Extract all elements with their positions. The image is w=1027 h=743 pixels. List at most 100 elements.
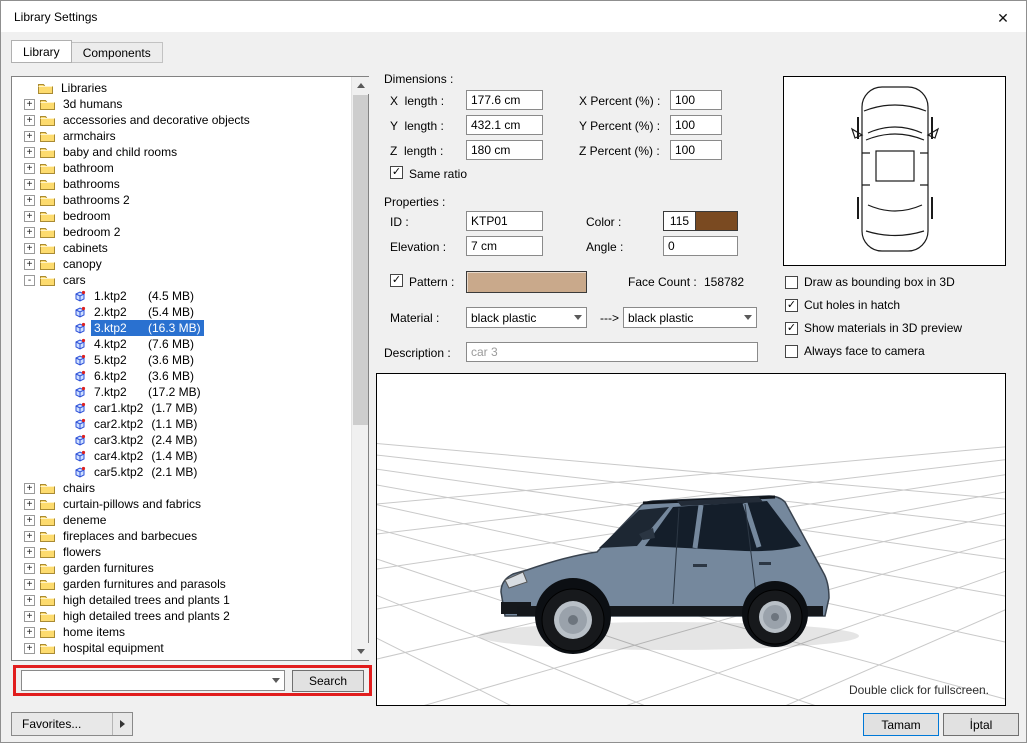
material-source-arrow[interactable] <box>570 315 586 320</box>
expander-icon[interactable]: + <box>24 226 35 238</box>
color-swatch[interactable] <box>695 212 737 230</box>
tree-item[interactable]: + deneme <box>12 512 350 528</box>
favorites-arrow-button[interactable] <box>112 713 132 735</box>
expander-icon[interactable]: + <box>24 242 35 254</box>
tree-item[interactable]: 4.ktp2 (7.6 MB) <box>12 336 350 352</box>
y-percent-input[interactable] <box>670 115 722 135</box>
material-target-dropdown[interactable]: black plastic <box>623 307 757 328</box>
tree-item[interactable]: + high detailed trees and plants 1 <box>12 592 350 608</box>
tree-item[interactable]: - cars <box>12 272 350 288</box>
expander-icon[interactable]: + <box>24 258 35 270</box>
z-percent-input[interactable] <box>670 140 722 160</box>
scroll-thumb[interactable] <box>353 95 368 425</box>
y-length-input[interactable] <box>466 115 543 135</box>
tree-item[interactable]: + curtain-pillows and fabrics <box>12 496 350 512</box>
tree-item[interactable]: + bedroom <box>12 208 350 224</box>
tree-item[interactable]: + garden furnitures <box>12 560 350 576</box>
z-length-input[interactable] <box>466 140 543 160</box>
tree-item[interactable]: 7.ktp2 (17.2 MB) <box>12 384 350 400</box>
checkbox-icon[interactable]: ✓ <box>785 321 798 335</box>
tree-item[interactable]: car4.ktp2 (1.4 MB) <box>12 448 350 464</box>
tree-item[interactable]: + chairs <box>12 480 350 496</box>
tree-item[interactable]: car3.ktp2 (2.4 MB) <box>12 432 350 448</box>
material-target-arrow[interactable] <box>740 315 756 320</box>
tree-item[interactable]: + home items <box>12 624 350 640</box>
tree-item[interactable]: car2.ktp2 (1.1 MB) <box>12 416 350 432</box>
ok-button[interactable]: Tamam <box>863 713 939 736</box>
option-row[interactable]: Always face to camera <box>785 343 962 359</box>
tree-item[interactable]: + flowers <box>12 544 350 560</box>
expander-icon[interactable]: + <box>24 594 35 606</box>
expander-icon[interactable]: + <box>24 194 35 206</box>
tree-item[interactable]: + cabinets <box>12 240 350 256</box>
tree-item[interactable]: 2.ktp2 (5.4 MB) <box>12 304 350 320</box>
tree-item[interactable]: Libraries <box>12 80 350 96</box>
tree-item[interactable]: + bathrooms 2 <box>12 192 350 208</box>
checkbox-icon[interactable]: ✓ <box>785 298 798 312</box>
tree-item[interactable]: + garden furnitures and parasols <box>12 576 350 592</box>
tree-item[interactable]: + armchairs <box>12 128 350 144</box>
expander-icon[interactable]: + <box>24 578 35 590</box>
cancel-button[interactable]: İptal <box>943 713 1019 736</box>
x-percent-input[interactable] <box>670 90 722 110</box>
id-input[interactable] <box>466 211 543 231</box>
expander-icon[interactable]: + <box>24 482 35 494</box>
expander-icon[interactable]: + <box>24 178 35 190</box>
tree-item[interactable]: + canopy <box>12 256 350 272</box>
checkbox-icon[interactable] <box>785 344 798 358</box>
tree-item[interactable]: + 3d humans <box>12 96 350 112</box>
expander-icon[interactable]: + <box>24 498 35 510</box>
tree-item[interactable]: 5.ktp2 (3.6 MB) <box>12 352 350 368</box>
tree-item[interactable]: + high detailed trees and plants 2 <box>12 608 350 624</box>
tree-item[interactable]: + baby and child rooms <box>12 144 350 160</box>
scroll-up-button[interactable] <box>352 77 369 94</box>
preview-3d-viewport[interactable]: Double click for fullscreen. <box>376 373 1006 706</box>
scroll-down-button[interactable] <box>352 643 369 660</box>
expander-icon[interactable]: + <box>24 546 35 558</box>
expander-icon[interactable]: - <box>24 274 35 286</box>
expander-icon[interactable]: + <box>24 162 35 174</box>
expander-icon[interactable]: + <box>24 514 35 526</box>
expander-icon[interactable]: + <box>24 130 35 142</box>
expander-icon[interactable]: + <box>24 610 35 622</box>
search-input[interactable] <box>22 671 284 690</box>
expander-icon[interactable]: + <box>24 562 35 574</box>
option-row[interactable]: ✓ Cut holes in hatch <box>785 297 962 313</box>
search-combobox[interactable] <box>21 670 285 691</box>
expander-icon[interactable]: + <box>24 642 35 654</box>
tree-item[interactable]: 3.ktp2 (16.3 MB) <box>12 320 350 336</box>
material-source-dropdown[interactable]: black plastic <box>466 307 587 328</box>
pattern-swatch[interactable] <box>466 271 587 293</box>
tab-components[interactable]: Components <box>70 42 163 63</box>
x-length-input[interactable] <box>466 90 543 110</box>
search-dropdown-button[interactable] <box>267 671 284 690</box>
tree-item[interactable]: 6.ktp2 (3.6 MB) <box>12 368 350 384</box>
expander-icon[interactable]: + <box>24 530 35 542</box>
color-picker[interactable]: 115 <box>663 211 738 231</box>
checkbox-icon[interactable] <box>785 275 798 289</box>
expander-icon[interactable]: + <box>24 114 35 126</box>
tree-item[interactable]: + accessories and decorative objects <box>12 112 350 128</box>
tree-item[interactable]: car5.ktp2 (2.1 MB) <box>12 464 350 480</box>
tree-item[interactable]: 1.ktp2 (4.5 MB) <box>12 288 350 304</box>
close-button[interactable]: ✕ <box>992 8 1014 28</box>
angle-input[interactable] <box>663 236 738 256</box>
tree-item[interactable]: + bathrooms <box>12 176 350 192</box>
tree-item[interactable]: + hospital equipment <box>12 640 350 656</box>
tree-item[interactable]: + fireplaces and barbecues <box>12 528 350 544</box>
tree-item[interactable]: car1.ktp2 (1.7 MB) <box>12 400 350 416</box>
tab-library[interactable]: Library <box>11 40 72 63</box>
tree-scrollbar[interactable] <box>351 77 369 660</box>
search-button[interactable]: Search <box>292 669 364 692</box>
pattern-checkbox[interactable]: ✓ <box>390 274 403 287</box>
expander-icon[interactable]: + <box>24 146 35 158</box>
expander-icon[interactable]: + <box>24 98 35 110</box>
tree-item[interactable]: + bathroom <box>12 160 350 176</box>
same-ratio-checkbox[interactable]: ✓ <box>390 166 403 179</box>
tree-item[interactable]: + bedroom 2 <box>12 224 350 240</box>
favorites-button[interactable]: Favorites... <box>11 712 133 736</box>
description-input[interactable] <box>466 342 758 362</box>
option-row[interactable]: ✓ Show materials in 3D preview <box>785 320 962 336</box>
expander-icon[interactable]: + <box>24 210 35 222</box>
option-row[interactable]: Draw as bounding box in 3D <box>785 274 962 290</box>
